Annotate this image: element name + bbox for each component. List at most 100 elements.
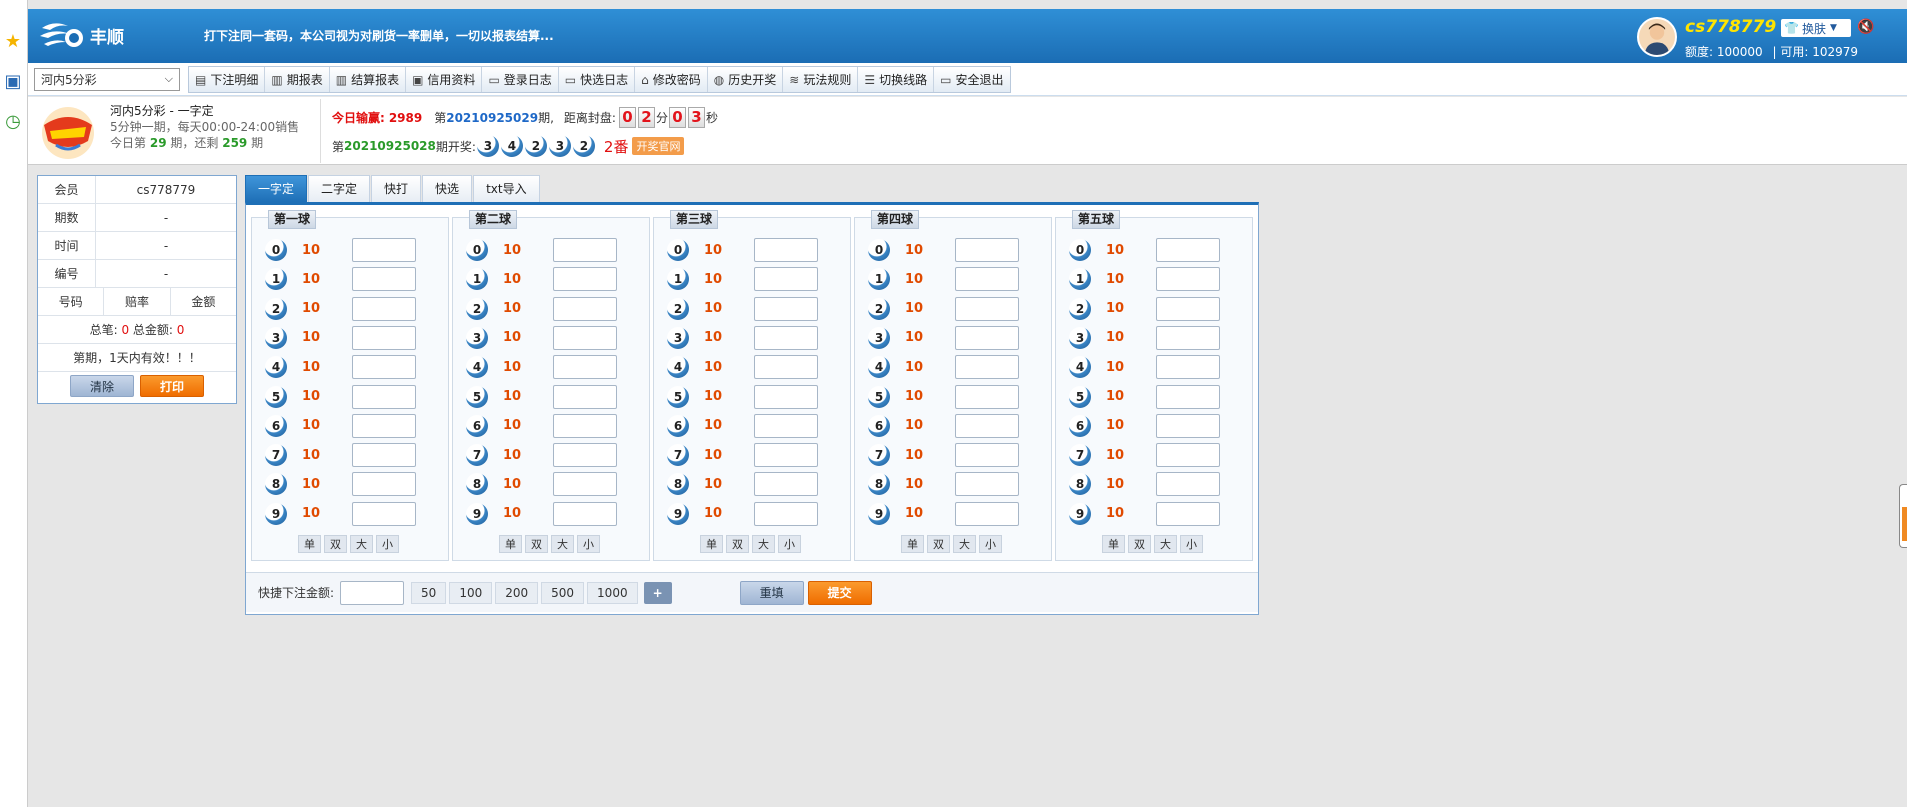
bet-amount-input[interactable] <box>955 413 1019 438</box>
nav-item[interactable]: ⌂ 修改密码 <box>635 67 708 92</box>
bet-amount-input[interactable] <box>754 238 818 262</box>
quick-pick-button[interactable]: 单 <box>499 535 522 553</box>
bet-amount-input[interactable] <box>955 384 1019 409</box>
bet-amount-input[interactable] <box>754 267 818 292</box>
bet-amount-input[interactable] <box>1156 296 1220 321</box>
quick-pick-button[interactable]: 大 <box>1154 535 1177 553</box>
tab[interactable]: 一字定 <box>245 175 308 202</box>
quick-pick-button[interactable]: 单 <box>298 535 321 553</box>
monitor-icon[interactable]: ▣ <box>2 70 24 92</box>
bet-amount-input[interactable] <box>955 296 1019 321</box>
bet-amount-input[interactable] <box>754 325 818 350</box>
nav-item[interactable]: ▥ 结算报表 <box>330 67 407 92</box>
bet-amount-input[interactable] <box>553 384 617 409</box>
bet-amount-input[interactable] <box>352 296 416 321</box>
nav-item[interactable]: ▭ 安全退出 <box>934 67 1009 92</box>
lottery-select[interactable]: 河内5分彩 ⌵ <box>34 68 180 91</box>
bet-amount-input[interactable] <box>955 443 1019 468</box>
quick-pick-button[interactable]: 双 <box>324 535 347 553</box>
star-icon[interactable]: ★ <box>2 30 24 52</box>
bet-amount-input[interactable] <box>754 384 818 409</box>
tab[interactable]: 快打 <box>371 175 422 202</box>
quick-pick-button[interactable]: 双 <box>1128 535 1151 553</box>
brand[interactable]: 丰顺 <box>38 15 124 55</box>
bet-amount-input[interactable] <box>955 472 1019 497</box>
bet-amount-input[interactable] <box>955 238 1019 262</box>
quick-pick-button[interactable]: 小 <box>376 535 399 553</box>
bet-amount-input[interactable] <box>352 443 416 468</box>
bet-amount-input[interactable] <box>1156 501 1220 526</box>
quick-pick-button[interactable]: 双 <box>726 535 749 553</box>
bet-amount-input[interactable] <box>553 267 617 292</box>
bet-amount-input[interactable] <box>352 501 416 526</box>
amount-preset-button[interactable]: 100 <box>449 581 493 604</box>
quick-pick-button[interactable]: 小 <box>1180 535 1203 553</box>
tab[interactable]: 快选 <box>422 175 473 202</box>
clear-button[interactable]: 清除 <box>70 375 134 397</box>
bet-amount-input[interactable] <box>553 355 617 380</box>
bet-amount-input[interactable] <box>1156 267 1220 292</box>
bet-amount-input[interactable] <box>955 501 1019 526</box>
bet-amount-input[interactable] <box>754 355 818 380</box>
bet-amount-input[interactable] <box>1156 238 1220 262</box>
quick-pick-button[interactable]: 小 <box>778 535 801 553</box>
bet-amount-input[interactable] <box>955 267 1019 292</box>
amount-preset-button[interactable]: 200 <box>495 581 539 604</box>
side-scroll-handle[interactable] <box>1899 484 1907 548</box>
add-amount-button[interactable]: + <box>643 581 672 604</box>
bet-amount-input[interactable] <box>352 413 416 438</box>
nav-item[interactable]: ▣ 信用资料 <box>406 67 483 92</box>
quick-pick-button[interactable]: 双 <box>525 535 548 553</box>
bet-amount-input[interactable] <box>754 472 818 497</box>
nav-item[interactable]: ≋ 玩法规则 <box>783 67 859 92</box>
nav-item[interactable]: ☰ 切换线路 <box>858 67 935 92</box>
bet-amount-input[interactable] <box>754 296 818 321</box>
quick-pick-button[interactable]: 大 <box>953 535 976 553</box>
submit-button[interactable]: 提交 <box>807 580 872 605</box>
quick-amount-input[interactable] <box>340 580 405 605</box>
sound-mute-icon[interactable]: 🔇 <box>1857 19 1874 35</box>
bet-amount-input[interactable] <box>1156 413 1220 438</box>
bet-amount-input[interactable] <box>352 238 416 262</box>
quick-pick-button[interactable]: 大 <box>551 535 574 553</box>
bet-amount-input[interactable] <box>553 296 617 321</box>
avatar[interactable] <box>1637 17 1677 57</box>
bet-amount-input[interactable] <box>352 325 416 350</box>
nav-item[interactable]: ◍ 历史开奖 <box>708 67 784 92</box>
quick-pick-button[interactable]: 单 <box>700 535 723 553</box>
bet-amount-input[interactable] <box>352 355 416 380</box>
skin-dropdown[interactable]: 👕 换肤 ▼ <box>1781 19 1851 37</box>
bet-amount-input[interactable] <box>955 325 1019 350</box>
quick-pick-button[interactable]: 大 <box>752 535 775 553</box>
bet-amount-input[interactable] <box>754 413 818 438</box>
bet-amount-input[interactable] <box>352 267 416 292</box>
amount-preset-button[interactable]: 50 <box>411 581 447 604</box>
quick-pick-button[interactable]: 单 <box>901 535 924 553</box>
amount-preset-button[interactable]: 500 <box>541 581 585 604</box>
quick-pick-button[interactable]: 小 <box>577 535 600 553</box>
bet-amount-input[interactable] <box>1156 355 1220 380</box>
bet-amount-input[interactable] <box>553 238 617 262</box>
bet-amount-input[interactable] <box>352 472 416 497</box>
bet-amount-input[interactable] <box>553 325 617 350</box>
clock-icon[interactable]: ◷ <box>2 110 24 132</box>
reset-button[interactable]: 重填 <box>739 580 804 605</box>
nav-item[interactable]: ▥ 期报表 <box>265 67 330 92</box>
tab[interactable]: 二字定 <box>308 175 371 202</box>
bet-amount-input[interactable] <box>754 443 818 468</box>
bet-amount-input[interactable] <box>352 384 416 409</box>
bet-amount-input[interactable] <box>1156 384 1220 409</box>
bet-amount-input[interactable] <box>553 443 617 468</box>
bet-amount-input[interactable] <box>553 472 617 497</box>
bet-amount-input[interactable] <box>955 355 1019 380</box>
quick-pick-button[interactable]: 大 <box>350 535 373 553</box>
quick-pick-button[interactable]: 单 <box>1102 535 1125 553</box>
bet-amount-input[interactable] <box>1156 443 1220 468</box>
quick-pick-button[interactable]: 双 <box>927 535 950 553</box>
print-button[interactable]: 打印 <box>140 375 204 397</box>
bet-amount-input[interactable] <box>1156 472 1220 497</box>
bet-amount-input[interactable] <box>553 413 617 438</box>
tab[interactable]: txt导入 <box>473 175 540 202</box>
nav-item[interactable]: ▭ 快选日志 <box>559 67 636 92</box>
official-site-link[interactable]: 开奖官网 <box>632 137 685 155</box>
